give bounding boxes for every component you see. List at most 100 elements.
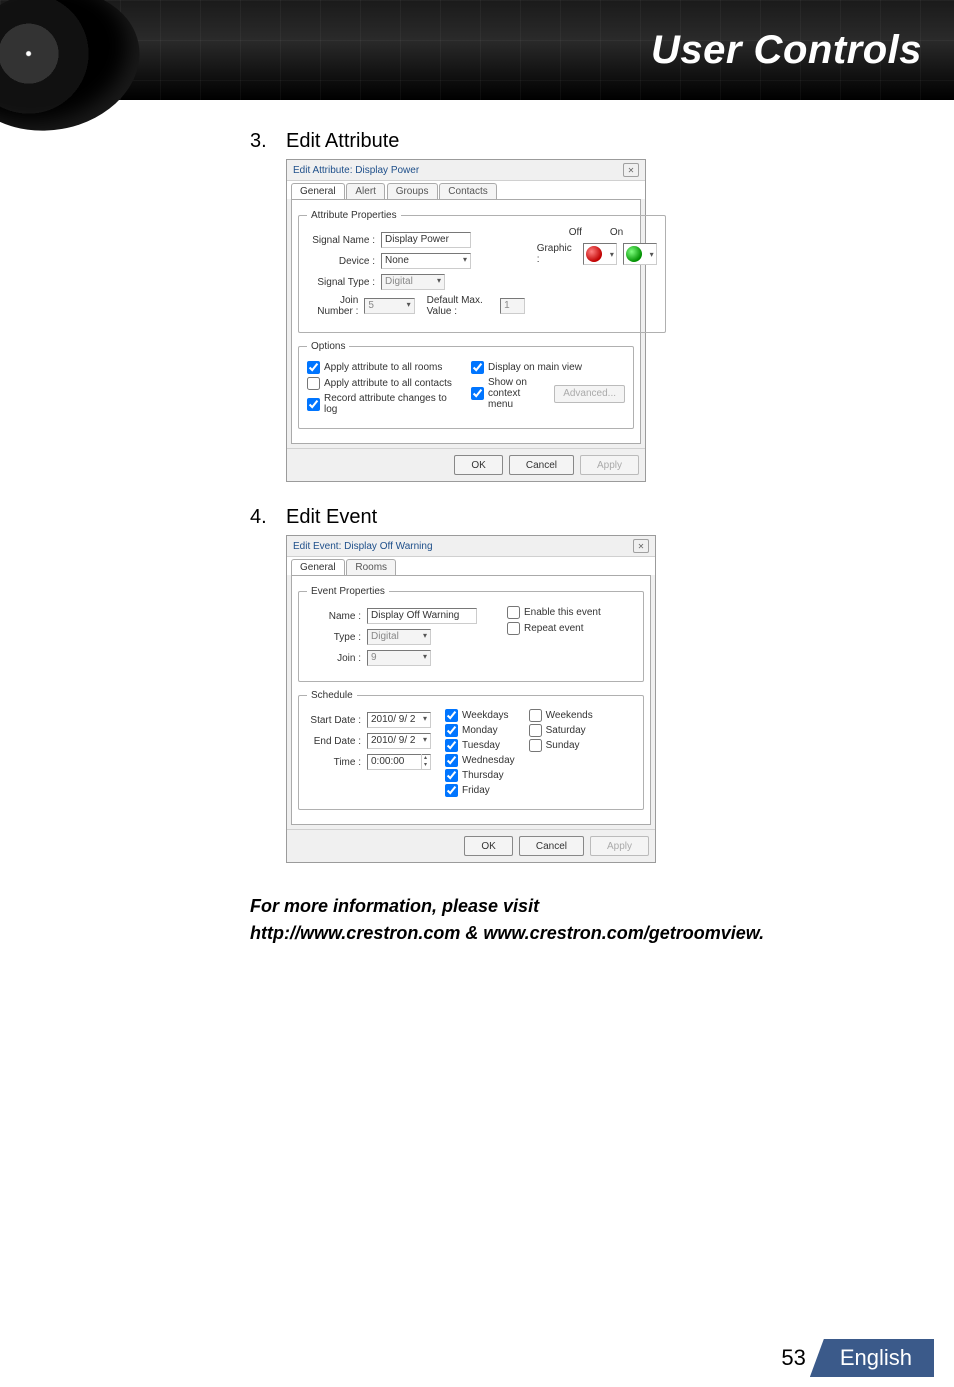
close-icon[interactable]: ✕	[633, 539, 649, 553]
opt-all-rooms[interactable]: Apply attribute to all rooms	[307, 361, 461, 374]
tabs: General Rooms	[287, 556, 655, 575]
end-date-label: End Date :	[307, 736, 361, 747]
checkbox[interactable]	[507, 622, 520, 635]
tab-alert[interactable]: Alert	[346, 183, 385, 199]
dialog-title: Edit Attribute: Display Power	[293, 165, 419, 176]
item-number: 3.	[250, 130, 272, 153]
chk-wednesday[interactable]: Wednesday	[445, 754, 515, 767]
green-dot-icon	[626, 246, 642, 262]
attribute-properties-group: Attribute Properties Signal Name : Displ…	[298, 210, 666, 333]
apply-button[interactable]: Apply	[590, 836, 649, 856]
join-label: Join :	[307, 653, 361, 664]
page-header: User Controls	[0, 0, 954, 100]
checkbox[interactable]	[307, 398, 320, 411]
start-date-input[interactable]: 2010/ 9/ 2	[367, 712, 431, 728]
checkbox[interactable]	[445, 724, 458, 737]
group-legend: Attribute Properties	[307, 210, 401, 221]
tab-general[interactable]: General	[291, 183, 345, 199]
end-date-input[interactable]: 2010/ 9/ 2	[367, 733, 431, 749]
page-footer: 53 English	[0, 1327, 954, 1387]
name-input[interactable]: Display Off Warning	[367, 608, 477, 624]
dialog-title: Edit Event: Display Off Warning	[293, 541, 433, 552]
tab-groups[interactable]: Groups	[387, 183, 438, 199]
tab-contacts[interactable]: Contacts	[439, 183, 496, 199]
enable-event[interactable]: Enable this event	[507, 606, 601, 619]
checkbox[interactable]	[307, 361, 320, 374]
chevron-down-icon: ▾	[650, 250, 654, 259]
default-max-label: Default Max. Value :	[427, 295, 494, 317]
lens-image	[0, 0, 151, 145]
join-number-label: Join Number :	[307, 295, 358, 317]
checkbox[interactable]	[471, 387, 484, 400]
repeat-event[interactable]: Repeat event	[507, 622, 601, 635]
close-icon[interactable]: ✕	[623, 163, 639, 177]
chk-friday[interactable]: Friday	[445, 784, 515, 797]
opt-display-main[interactable]: Display on main view	[471, 361, 625, 374]
list-item: 4. Edit Event	[250, 506, 914, 529]
apply-button[interactable]: Apply	[580, 455, 639, 475]
chk-monday[interactable]: Monday	[445, 724, 515, 737]
time-label: Time :	[307, 757, 361, 768]
checkbox[interactable]	[445, 784, 458, 797]
advanced-button[interactable]: Advanced...	[554, 385, 625, 403]
group-legend: Event Properties	[307, 586, 389, 597]
type-select[interactable]: Digital	[367, 629, 431, 645]
group-legend: Options	[307, 341, 349, 352]
graphic-label: Graphic :	[537, 243, 577, 265]
checkbox[interactable]	[445, 709, 458, 722]
event-properties-group: Event Properties Name : Display Off Warn…	[298, 586, 644, 682]
graphic-on-select[interactable]: ▾	[623, 243, 657, 265]
cancel-button[interactable]: Cancel	[519, 836, 584, 856]
chk-thursday[interactable]: Thursday	[445, 769, 515, 782]
list-item: 3. Edit Attribute	[250, 130, 914, 153]
device-select[interactable]: None	[381, 253, 471, 269]
type-label: Type :	[307, 632, 361, 643]
chevron-down-icon: ▾	[610, 250, 614, 259]
chk-saturday[interactable]: Saturday	[529, 724, 593, 737]
tab-general[interactable]: General	[291, 559, 345, 575]
language-badge: English	[810, 1339, 934, 1377]
join-number-select[interactable]: 5	[364, 298, 414, 314]
checkbox[interactable]	[445, 754, 458, 767]
name-label: Name :	[307, 611, 361, 622]
signal-type-select[interactable]: Digital	[381, 274, 445, 290]
signal-name-label: Signal Name :	[307, 235, 375, 246]
item-heading: Edit Attribute	[286, 130, 399, 153]
on-label: On	[610, 227, 623, 238]
checkbox[interactable]	[507, 606, 520, 619]
ok-button[interactable]: OK	[454, 455, 502, 475]
opt-all-contacts[interactable]: Apply attribute to all contacts	[307, 377, 461, 390]
opt-record-log[interactable]: Record attribute changes to log	[307, 393, 461, 415]
footer-note-line2: http://www.crestron.com & www.crestron.c…	[250, 920, 914, 947]
checkbox[interactable]	[529, 724, 542, 737]
opt-context-menu-label: Show on context menu	[488, 377, 546, 410]
footer-note: For more information, please visit http:…	[250, 893, 914, 947]
join-select[interactable]: 9	[367, 650, 431, 666]
tabs: General Alert Groups Contacts	[287, 180, 645, 199]
footer-note-line1: For more information, please visit	[250, 893, 914, 920]
checkbox[interactable]	[471, 361, 484, 374]
schedule-group: Schedule Start Date : 2010/ 9/ 2 End Dat…	[298, 690, 644, 810]
page-number: 53	[781, 1345, 805, 1371]
checkbox[interactable]	[445, 769, 458, 782]
start-date-label: Start Date :	[307, 715, 361, 726]
checkbox[interactable]	[529, 709, 542, 722]
chk-sunday[interactable]: Sunday	[529, 739, 593, 752]
time-input[interactable]: 0:00:00	[367, 754, 431, 770]
group-legend: Schedule	[307, 690, 357, 701]
device-label: Device :	[307, 256, 375, 267]
checkbox[interactable]	[445, 739, 458, 752]
chk-tuesday[interactable]: Tuesday	[445, 739, 515, 752]
default-max-input[interactable]: 1	[500, 298, 525, 314]
signal-name-input[interactable]: Display Power	[381, 232, 471, 248]
chk-weekends[interactable]: Weekends	[529, 709, 593, 722]
chk-weekdays[interactable]: Weekdays	[445, 709, 515, 722]
ok-button[interactable]: OK	[464, 836, 512, 856]
graphic-off-select[interactable]: ▾	[583, 243, 617, 265]
checkbox[interactable]	[307, 377, 320, 390]
item-heading: Edit Event	[286, 506, 377, 529]
checkbox[interactable]	[529, 739, 542, 752]
tab-rooms[interactable]: Rooms	[346, 559, 396, 575]
cancel-button[interactable]: Cancel	[509, 455, 574, 475]
header-title: User Controls	[651, 28, 922, 73]
